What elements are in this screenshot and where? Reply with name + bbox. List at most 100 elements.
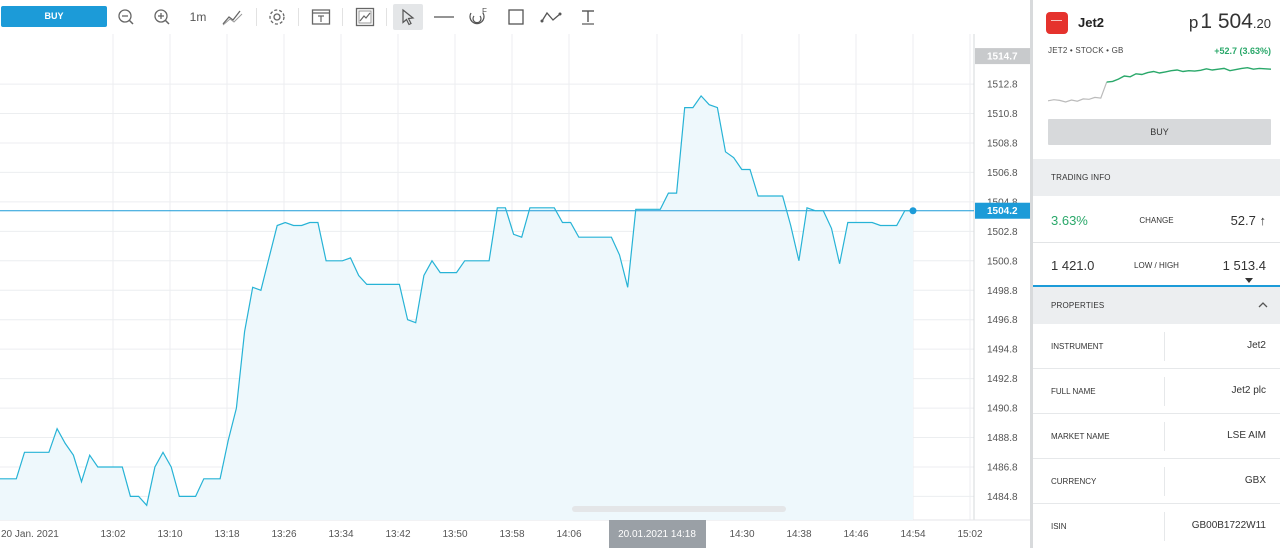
toolbar-divider <box>342 8 343 26</box>
instrument-name: Jet2 <box>1078 15 1105 30</box>
y-tick-label: 1484.8 <box>987 492 1018 503</box>
property-separator <box>1164 467 1165 496</box>
property-separator <box>1164 332 1165 361</box>
property-row-isin: ISIN GB00B1722W11 <box>1033 504 1280 548</box>
x-tick-label: 14:30 <box>729 529 754 540</box>
y-tick-label: 1498.8 <box>987 286 1018 297</box>
y-tick-label: 1490.8 <box>987 404 1018 415</box>
trading-app: BUY 1m F 1512.8 1510.8 1508.8 1506.8 150… <box>0 0 1280 548</box>
price-area-fill <box>0 95 913 521</box>
price-decimal: .20 <box>1252 16 1271 31</box>
interval-selector[interactable]: 1m <box>186 4 210 30</box>
zoom-in-icon[interactable] <box>150 4 174 30</box>
x-tick-label: 14:54 <box>900 529 925 540</box>
property-key: ISIN <box>1051 522 1067 531</box>
y-tick-label: 1486.8 <box>987 462 1018 473</box>
current-price-label: 1504.2 <box>987 206 1018 217</box>
y-tick-label: 1510.8 <box>987 109 1018 120</box>
properties-header-label: PROPERTIES <box>1051 301 1105 310</box>
property-value: GB00B1722W11 <box>1191 520 1266 531</box>
x-tick-label: 13:10 <box>157 529 182 540</box>
jet2-logo <box>1046 12 1068 34</box>
property-value: Jet2 <box>1247 340 1266 351</box>
settings-icon[interactable] <box>265 4 289 30</box>
y-tick-label: 1502.8 <box>987 227 1018 238</box>
trend-line-icon[interactable] <box>538 4 564 30</box>
last-price-marker <box>909 207 917 215</box>
svg-text:F: F <box>482 7 487 16</box>
chart-toolbar: BUY 1m F <box>0 0 1030 34</box>
property-key: INSTRUMENT <box>1051 342 1104 351</box>
properties-header[interactable]: PROPERTIES <box>1033 287 1280 324</box>
toolbar-divider <box>298 8 299 26</box>
x-tick-label: 20 Jan. 2021 <box>1 529 59 540</box>
toolbar-divider <box>386 8 387 26</box>
property-row-full-name: FULL NAME Jet2 plc <box>1033 369 1280 414</box>
panel-buy-button[interactable]: BUY <box>1048 119 1271 145</box>
x-tick-label: 14:38 <box>786 529 811 540</box>
buy-button[interactable]: BUY <box>1 6 107 27</box>
property-value: LSE AIM <box>1227 430 1266 441</box>
x-tick-label: 13:58 <box>499 529 524 540</box>
caret-down-icon <box>1245 278 1253 283</box>
property-row-market-name: MARKET NAME LSE AIM <box>1033 414 1280 459</box>
chart-scrollbar[interactable] <box>572 506 786 512</box>
low-high-row: 1 421.0 LOW / HIGH 1 513.4 <box>1033 243 1280 287</box>
rectangle-icon[interactable] <box>504 4 528 30</box>
price-integer: 1 504 <box>1200 10 1253 33</box>
max-price-label: 1514.7 <box>987 52 1018 63</box>
x-tick-label: 13:50 <box>442 529 467 540</box>
y-tick-label: 1508.8 <box>987 138 1018 149</box>
chart-type-icon[interactable] <box>220 4 246 30</box>
instrument-meta: JET2 • STOCK • GB <box>1048 46 1124 55</box>
y-tick-label: 1500.8 <box>987 256 1018 267</box>
cursor-icon[interactable] <box>393 4 423 30</box>
change-value-text: 52.7 ↑ <box>1230 212 1266 228</box>
price-chart[interactable]: 1512.81510.81508.81506.81504.81502.81500… <box>0 34 1030 548</box>
x-tick-label: 13:02 <box>100 529 125 540</box>
instrument-panel: Jet2 p1 504.20 JET2 • STOCK • GB +52.7 (… <box>1030 0 1280 548</box>
price-currency: p <box>1188 13 1199 32</box>
x-tick-label: 13:18 <box>214 529 239 540</box>
property-row-instrument: INSTRUMENT Jet2 <box>1033 324 1280 369</box>
instrument-price: p1 504.20 <box>1189 10 1271 34</box>
crosshair-time-label: 20.01.2021 14:18 <box>618 529 696 540</box>
x-tick-label: 15:02 <box>957 529 982 540</box>
change-value: 52.7 ↑ <box>1231 213 1266 228</box>
sparkline-chart <box>1048 66 1271 103</box>
y-tick-label: 1492.8 <box>987 374 1018 385</box>
property-value: GBX <box>1244 475 1266 486</box>
property-separator <box>1164 377 1165 406</box>
change-row: 3.63% CHANGE 52.7 ↑ <box>1033 198 1280 242</box>
high-value: 1 513.4 <box>1222 257 1266 273</box>
horizontal-line-icon[interactable] <box>431 4 457 30</box>
y-tick-label: 1488.8 <box>987 433 1018 444</box>
property-key: MARKET NAME <box>1051 432 1110 441</box>
x-tick-label: 13:42 <box>385 529 410 540</box>
x-tick-label: 14:46 <box>843 529 868 540</box>
screenshot-icon[interactable] <box>353 4 377 30</box>
y-tick-label: 1494.8 <box>987 345 1018 356</box>
chevron-up-icon[interactable] <box>1258 301 1268 308</box>
property-separator <box>1164 512 1165 541</box>
property-value: Jet2 plc <box>1231 385 1266 396</box>
x-tick-label: 13:26 <box>271 529 296 540</box>
x-tick-label: 14:06 <box>556 529 581 540</box>
instrument-change: +52.7 (3.63%) <box>1214 46 1271 56</box>
x-tick-label: 13:34 <box>328 529 353 540</box>
text-tool-icon[interactable] <box>576 4 600 30</box>
property-separator <box>1164 422 1165 451</box>
y-tick-label: 1512.8 <box>987 80 1018 91</box>
chart-canvas[interactable]: 1512.81510.81508.81506.81504.81502.81500… <box>0 34 1030 548</box>
template-icon[interactable] <box>309 4 333 30</box>
property-key: CURRENCY <box>1051 477 1097 486</box>
fibonacci-icon[interactable]: F <box>466 4 492 30</box>
property-key: FULL NAME <box>1051 387 1096 396</box>
y-tick-label: 1496.8 <box>987 315 1018 326</box>
sparkline-today <box>1106 66 1271 83</box>
zoom-out-icon[interactable] <box>114 4 138 30</box>
toolbar-divider <box>256 8 257 26</box>
trading-info-header[interactable]: TRADING INFO <box>1033 159 1280 196</box>
sparkline-previous <box>1048 81 1108 103</box>
property-row-currency: CURRENCY GBX <box>1033 459 1280 504</box>
